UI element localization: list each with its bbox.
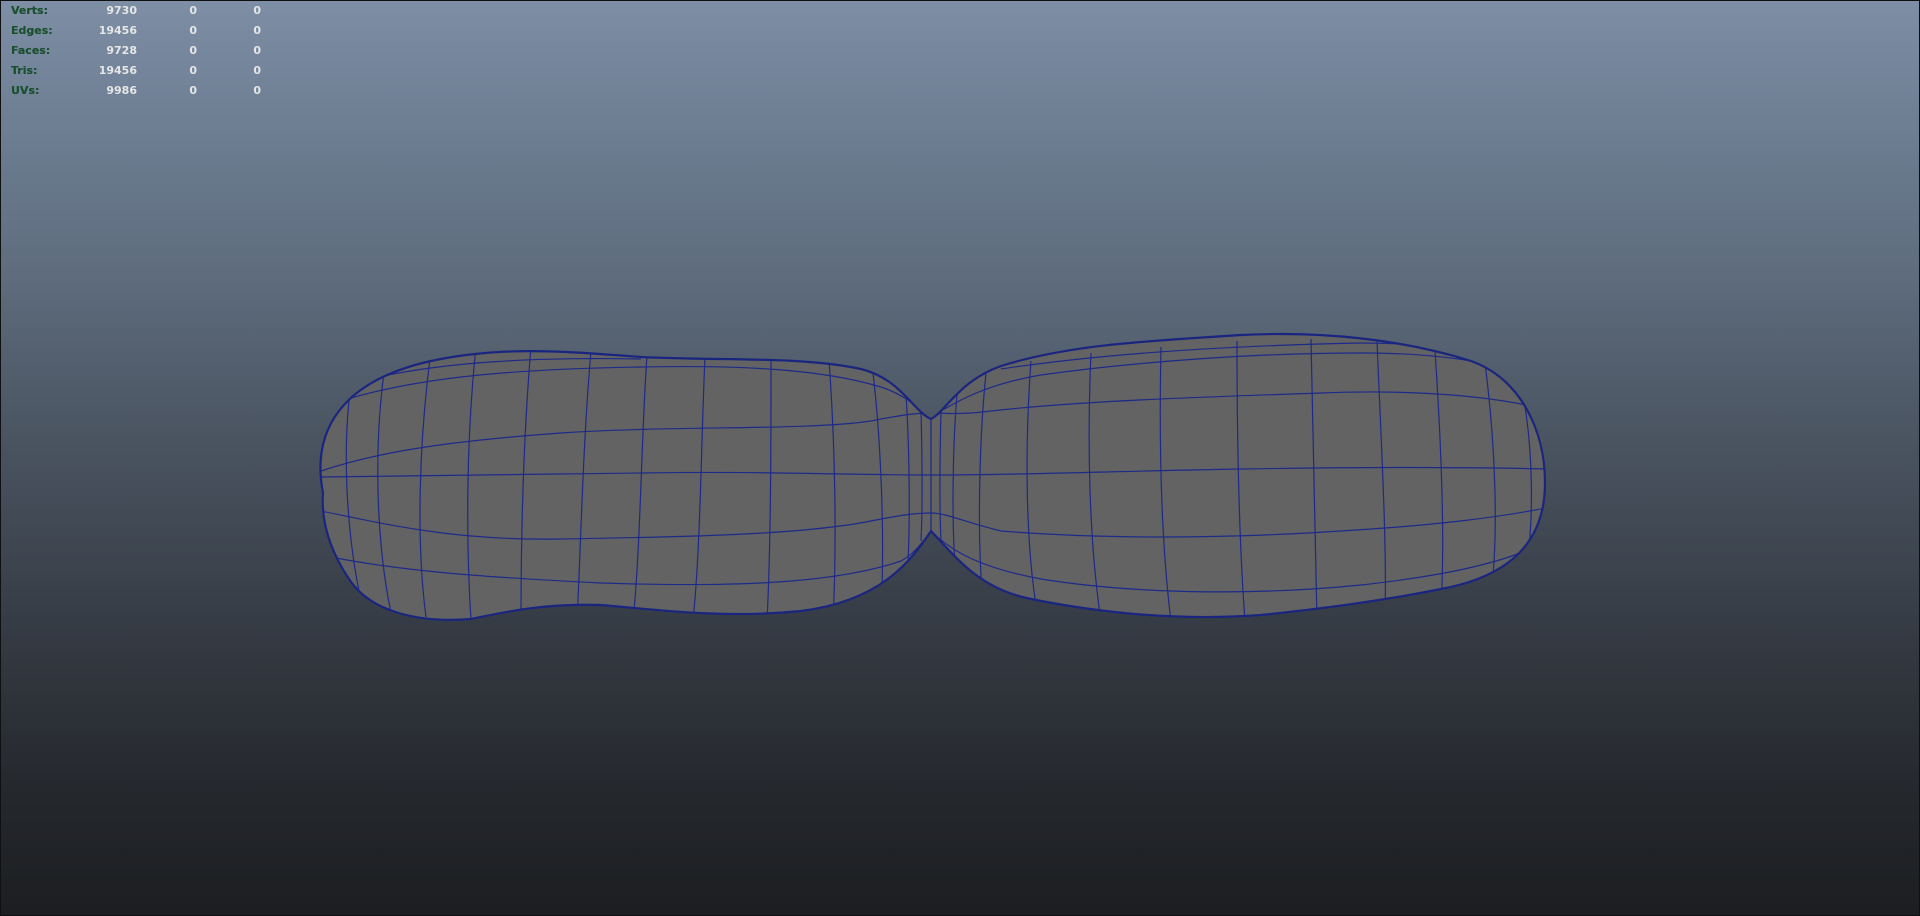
3d-viewport[interactable]: Verts: 9730 0 0 Edges: 19456 0 0 Faces: … — [0, 0, 1920, 916]
polygon-mesh-object[interactable] — [1, 1, 1919, 915]
